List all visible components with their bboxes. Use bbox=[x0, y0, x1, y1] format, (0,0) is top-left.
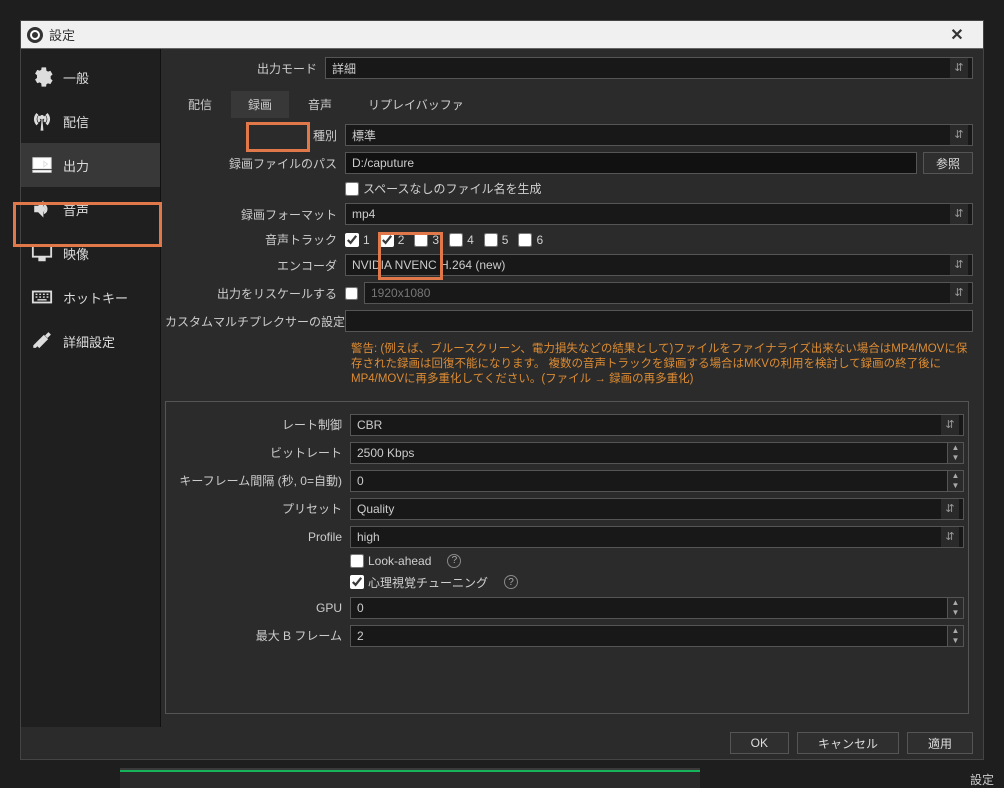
keyboard-icon bbox=[29, 284, 55, 310]
rescale-checkbox[interactable] bbox=[345, 287, 358, 300]
apply-button[interactable]: 適用 bbox=[907, 732, 973, 754]
tab-replay-buffer[interactable]: リプレイバッファ bbox=[351, 91, 481, 118]
lookahead-checkbox[interactable]: Look-ahead bbox=[350, 554, 431, 568]
sidebar-item-label: 配信 bbox=[63, 112, 89, 131]
output-mode-label: 出力モード bbox=[165, 60, 325, 77]
mp4-warning-text: 警告: (例えば、ブルースクリーン、電力損失などの結果として)ファイルをファイナ… bbox=[165, 338, 973, 391]
help-icon[interactable]: ? bbox=[447, 554, 461, 568]
nospace-filename-checkbox[interactable]: スペースなしのファイル名を生成 bbox=[345, 180, 542, 197]
keyframe-spinner[interactable]: ▲▼ bbox=[947, 471, 963, 491]
output-mode-select[interactable]: 詳細 bbox=[325, 57, 973, 79]
encoder-select[interactable]: NVIDIA NVENC H.264 (new) bbox=[345, 254, 973, 276]
keyframe-label: キーフレーム間隔 (秒, 0=自動) bbox=[170, 472, 350, 489]
recording-type-select[interactable]: 標準 bbox=[345, 124, 973, 146]
profile-label: Profile bbox=[170, 530, 350, 544]
recording-format-select[interactable]: mp4 bbox=[345, 203, 973, 225]
footer: OK キャンセル 適用 bbox=[21, 727, 983, 759]
sidebar-item-output[interactable]: 出力 bbox=[21, 143, 160, 187]
cancel-button[interactable]: キャンセル bbox=[797, 732, 899, 754]
gpu-label: GPU bbox=[170, 601, 350, 615]
tools-icon bbox=[29, 328, 55, 354]
track-5-checkbox[interactable]: 5 bbox=[484, 233, 509, 247]
monitor-icon bbox=[29, 240, 55, 266]
track-1-checkbox[interactable]: 1 bbox=[345, 233, 370, 247]
bitrate-label: ビットレート bbox=[170, 444, 350, 461]
encoder-label: エンコーダ bbox=[165, 257, 345, 274]
tab-record[interactable]: 録画 bbox=[231, 91, 289, 118]
rescale-label: 出力をリスケールする bbox=[165, 285, 345, 302]
sidebar-item-video[interactable]: 映像 bbox=[21, 231, 160, 275]
sidebar-item-stream[interactable]: 配信 bbox=[21, 99, 160, 143]
bitrate-input[interactable]: 2500 Kbps bbox=[350, 442, 964, 464]
window-title: 設定 bbox=[49, 25, 75, 44]
profile-select[interactable]: high bbox=[350, 526, 964, 548]
sidebar-item-label: 音声 bbox=[63, 200, 89, 219]
gear-icon bbox=[29, 64, 55, 90]
path-label: 録画ファイルのパス bbox=[165, 155, 345, 172]
psycho-visual-checkbox[interactable]: 心理視覚チューニング bbox=[350, 574, 488, 591]
sidebar-item-label: 詳細設定 bbox=[63, 332, 115, 351]
bframes-spinner[interactable]: ▲▼ bbox=[947, 626, 963, 646]
track-6-checkbox[interactable]: 6 bbox=[518, 233, 543, 247]
close-button[interactable]: ✕ bbox=[937, 25, 977, 45]
background-status-bar bbox=[120, 768, 700, 788]
tab-audio[interactable]: 音声 bbox=[291, 91, 349, 118]
tab-stream[interactable]: 配信 bbox=[171, 91, 229, 118]
sidebar-item-label: ホットキー bbox=[63, 288, 128, 307]
bframes-label: 最大 B フレーム bbox=[170, 627, 350, 644]
keyframe-input[interactable]: 0 bbox=[350, 470, 964, 492]
app-icon bbox=[27, 27, 43, 43]
preset-select[interactable]: Quality bbox=[350, 498, 964, 520]
sidebar-item-label: 映像 bbox=[63, 244, 89, 263]
settings-window: 設定 ✕ 一般 配信 出力 bbox=[20, 20, 984, 760]
sidebar-item-audio[interactable]: 音声 bbox=[21, 187, 160, 231]
track-3-checkbox[interactable]: 3 bbox=[414, 233, 439, 247]
sidebar-item-label: 一般 bbox=[63, 68, 89, 87]
background-settings-text: 設定 bbox=[970, 771, 994, 788]
monitor-output-icon bbox=[29, 152, 55, 178]
rescale-resolution-select[interactable]: 1920x1080 bbox=[364, 282, 973, 304]
recording-path-input[interactable]: D:/caputure bbox=[345, 152, 917, 174]
sidebar-item-general[interactable]: 一般 bbox=[21, 55, 160, 99]
sidebar-item-hotkeys[interactable]: ホットキー bbox=[21, 275, 160, 319]
browse-button[interactable]: 参照 bbox=[923, 152, 973, 174]
encoder-settings-panel: レート制御 CBR ビットレート 2500 Kbps ▲▼ キーフレーム間隔 (… bbox=[165, 401, 969, 714]
output-tabs: 配信 録画 音声 リプレイバッファ bbox=[165, 91, 973, 118]
antenna-icon bbox=[29, 108, 55, 134]
sidebar-item-advanced[interactable]: 詳細設定 bbox=[21, 319, 160, 363]
help-icon[interactable]: ? bbox=[504, 575, 518, 589]
speaker-icon bbox=[29, 196, 55, 222]
rate-control-label: レート制御 bbox=[170, 416, 350, 433]
preset-label: プリセット bbox=[170, 500, 350, 517]
gpu-spinner[interactable]: ▲▼ bbox=[947, 598, 963, 618]
sidebar: 一般 配信 出力 音声 bbox=[21, 49, 161, 727]
bframes-input[interactable]: 2 bbox=[350, 625, 964, 647]
track-2-checkbox[interactable]: 2 bbox=[380, 233, 405, 247]
muxer-label: カスタムマルチプレクサーの設定 bbox=[165, 313, 345, 330]
bitrate-spinner[interactable]: ▲▼ bbox=[947, 443, 963, 463]
tracks-label: 音声トラック bbox=[165, 231, 345, 248]
gpu-input[interactable]: 0 bbox=[350, 597, 964, 619]
format-label: 録画フォーマット bbox=[165, 206, 345, 223]
type-label: 種別 bbox=[165, 127, 345, 144]
rate-control-select[interactable]: CBR bbox=[350, 414, 964, 436]
main-panel: 出力モード 詳細 配信 録画 音声 リプレイバッファ 種別 標準 録画ファイルの… bbox=[161, 49, 983, 727]
track-4-checkbox[interactable]: 4 bbox=[449, 233, 474, 247]
titlebar: 設定 ✕ bbox=[21, 21, 983, 49]
muxer-settings-input[interactable] bbox=[345, 310, 973, 332]
sidebar-item-label: 出力 bbox=[63, 156, 89, 175]
ok-button[interactable]: OK bbox=[730, 732, 789, 754]
